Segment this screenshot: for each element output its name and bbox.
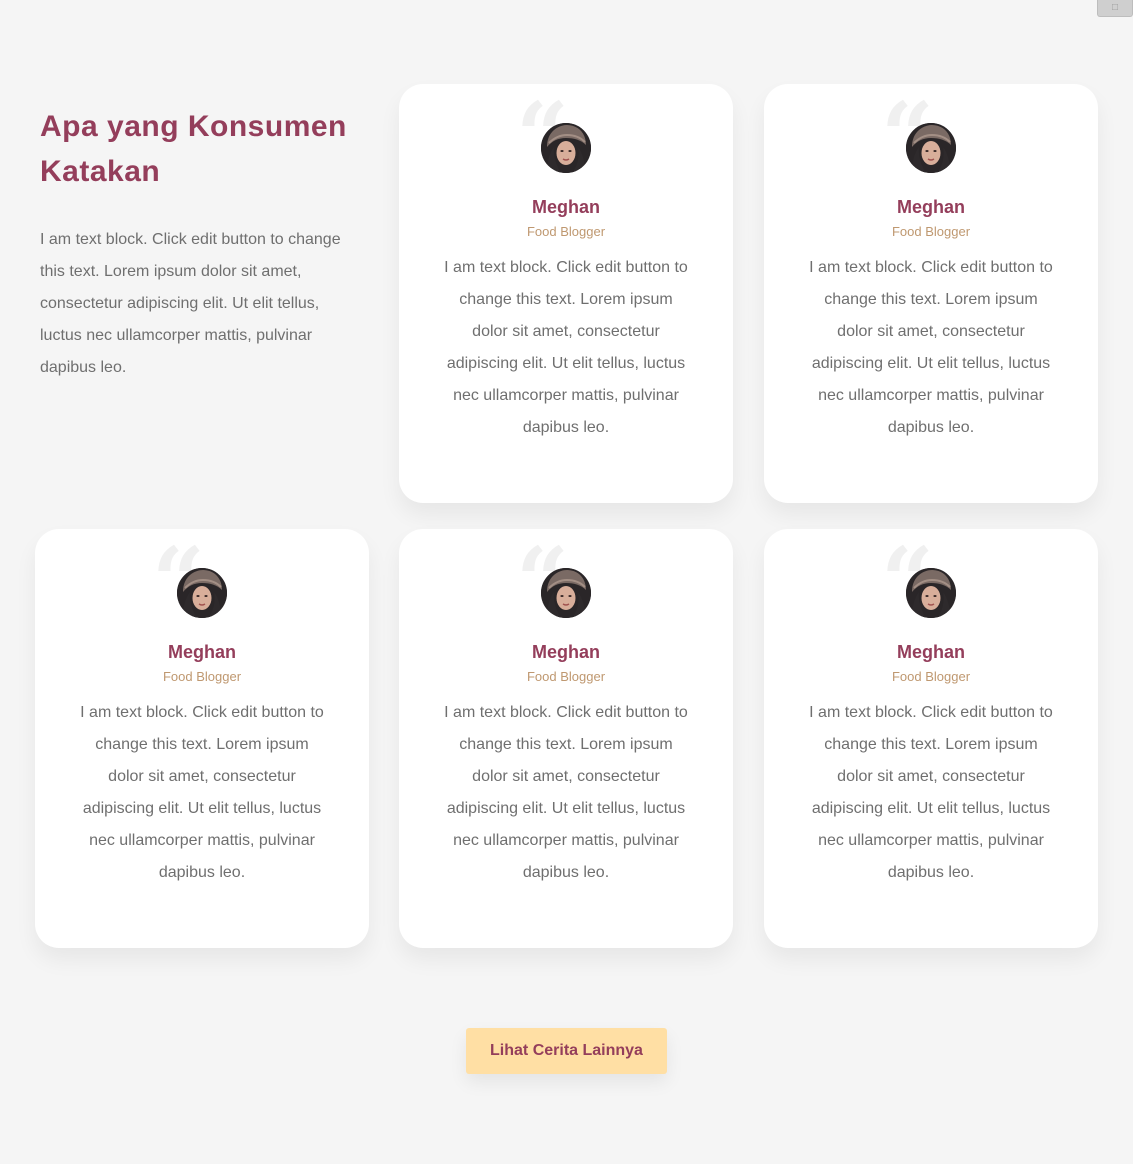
testimonial-card: “ Meghan Food Blogger I am text block. C… (35, 529, 369, 948)
testimonial-card: “ Meghan Food Blogger I am text block. C… (764, 84, 1098, 503)
avatar (177, 568, 227, 618)
testimonial-name: Meghan (896, 197, 965, 217)
avatar (906, 568, 956, 618)
avatar (541, 123, 591, 173)
testimonial-role: Food Blogger (162, 669, 242, 684)
testimonial-name: Meghan (167, 642, 236, 662)
testimonial-role: Food Blogger (891, 224, 971, 239)
section-title: Apa yang Konsumen Katakan (40, 110, 347, 188)
testimonial-role: Food Blogger (526, 224, 606, 239)
testimonial-text: I am text block. Click edit button to ch… (809, 259, 1053, 436)
avatar (541, 568, 591, 618)
testimonial-name: Meghan (531, 642, 600, 662)
avatar (906, 123, 956, 173)
testimonial-role: Food Blogger (526, 669, 606, 684)
testimonial-card: “ Meghan Food Blogger I am text block. C… (399, 84, 733, 503)
testimonial-text: I am text block. Click edit button to ch… (444, 259, 688, 436)
testimonial-text: I am text block. Click edit button to ch… (80, 704, 324, 881)
testimonial-name: Meghan (531, 197, 600, 217)
testimonial-role: Food Blogger (891, 669, 971, 684)
testimonials-intro: Apa yang Konsumen Katakan I am text bloc… (40, 104, 355, 384)
testimonial-name: Meghan (896, 642, 965, 662)
testimonial-card: “ Meghan Food Blogger I am text block. C… (764, 529, 1098, 948)
image-icon: □ (1097, 0, 1133, 17)
testimonial-text: I am text block. Click edit button to ch… (809, 704, 1053, 881)
testimonial-card: “ Meghan Food Blogger I am text block. C… (399, 529, 733, 948)
see-more-stories-button[interactable]: Lihat Cerita Lainnya (466, 1028, 667, 1074)
section-description: I am text block. Click edit button to ch… (40, 231, 341, 376)
testimonial-text: I am text block. Click edit button to ch… (444, 704, 688, 881)
